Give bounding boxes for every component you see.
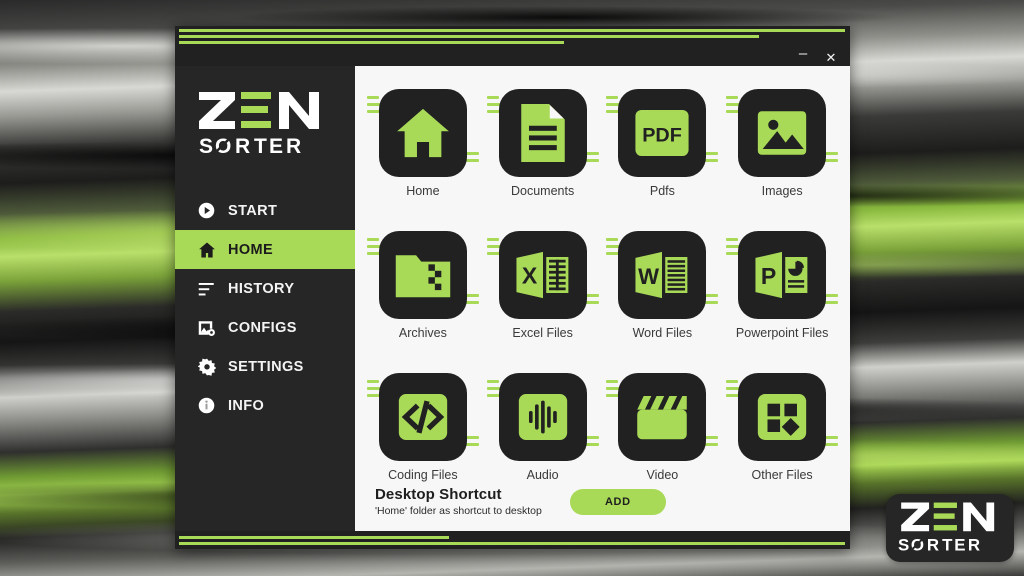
tile-home[interactable]: Home — [363, 78, 483, 220]
decorative-top-lines — [175, 26, 850, 48]
tile-icon-box: P — [738, 231, 827, 319]
tile-powerpoint-files[interactable]: P Powerpoint Files — [722, 220, 842, 362]
window-body: S O R T E R START HOME HISTORY CONFIGS S… — [175, 66, 850, 531]
clapperboard-icon — [632, 391, 692, 443]
info-circle-icon — [197, 396, 216, 415]
tile-icon-box — [378, 373, 467, 461]
sidebar-item-label: HOME — [228, 241, 274, 258]
sidebar-item-label: CONFIGS — [228, 319, 297, 336]
app-window: – ✕ S O R T E R START HOME HISTORY CONFI… — [175, 26, 850, 549]
svg-text:T: T — [942, 536, 954, 555]
watermark-sorter: S O R T E R — [898, 536, 981, 555]
image-icon — [753, 104, 811, 162]
shapes-grid-icon — [753, 388, 811, 446]
gear-icon — [197, 357, 216, 376]
add-shortcut-button[interactable]: ADD — [569, 488, 666, 515]
audio-wave-icon — [514, 388, 572, 446]
tile-video[interactable]: Video — [603, 362, 723, 504]
tile-archives[interactable]: Archives — [363, 220, 483, 362]
shortcut-title: Desktop Shortcut — [375, 486, 502, 503]
category-tile-grid: Home Documents PDF Pdfs Images Archives … — [355, 78, 850, 504]
watermark-logo: S O R T E R — [886, 494, 1014, 562]
tile-pdfs[interactable]: PDF Pdfs — [603, 78, 723, 220]
pdf-icon: PDF — [633, 104, 691, 162]
tile-icon-box — [378, 231, 467, 319]
tile-documents[interactable]: Documents — [483, 78, 603, 220]
sidebar-logo: S O R T E R — [175, 66, 355, 173]
sidebar-item-label: INFO — [228, 397, 265, 414]
tile-icon-box: X — [498, 231, 587, 319]
svg-text:X: X — [522, 262, 538, 288]
svg-text:R: R — [286, 135, 303, 158]
tile-icon-box — [738, 89, 827, 177]
content-area: Home Documents PDF Pdfs Images Archives … — [355, 66, 850, 531]
image-gear-icon — [197, 318, 216, 337]
title-bar: – ✕ — [175, 46, 850, 66]
close-button[interactable]: ✕ — [818, 48, 844, 66]
play-circle-icon — [197, 201, 216, 220]
sidebar: S O R T E R START HOME HISTORY CONFIGS S… — [175, 66, 355, 531]
sidebar-item-home[interactable]: HOME — [175, 230, 355, 269]
tile-icon-box: W — [618, 231, 707, 319]
tile-coding-files[interactable]: Coding Files — [363, 362, 483, 504]
desktop-background: – ✕ S O R T E R START HOME HISTORY CONFI… — [0, 0, 1024, 576]
sidebar-item-label: HISTORY — [228, 280, 295, 297]
minimize-button[interactable]: – — [790, 46, 816, 66]
powerpoint-icon: P — [752, 247, 812, 303]
svg-text:R: R — [927, 536, 940, 555]
sidebar-item-label: START — [228, 202, 278, 219]
desktop-shortcut-section: Desktop Shortcut 'Home' folder as shortc… — [355, 486, 850, 531]
watermark-zen — [901, 502, 995, 532]
svg-text:W: W — [639, 264, 660, 289]
svg-text:R: R — [968, 536, 981, 555]
svg-text:P: P — [761, 263, 776, 289]
tile-icon-box — [498, 89, 587, 177]
sidebar-item-start[interactable]: START — [175, 191, 355, 230]
sidebar-nav: START HOME HISTORY CONFIGS SETTINGS INFO — [175, 191, 355, 425]
document-icon — [517, 104, 569, 162]
svg-text:S: S — [199, 135, 215, 158]
decorative-bottom-lines — [175, 531, 850, 549]
svg-text:R: R — [235, 135, 252, 158]
sidebar-item-info[interactable]: INFO — [175, 386, 355, 425]
tile-icon-box — [738, 373, 827, 461]
sidebar-item-configs[interactable]: CONFIGS — [175, 308, 355, 347]
excel-icon: X — [513, 247, 573, 303]
shortcut-text: Desktop Shortcut 'Home' folder as shortc… — [375, 486, 542, 517]
logo-zen-wordmark — [197, 90, 355, 132]
code-brackets-icon — [394, 388, 452, 446]
tile-icon-box: PDF — [618, 89, 707, 177]
tile-icon-box — [378, 89, 467, 177]
svg-text:E: E — [954, 536, 966, 555]
archive-folder-icon — [393, 249, 453, 301]
shortcut-subtitle: 'Home' folder as shortcut to desktop — [375, 505, 542, 517]
tile-icon-box — [618, 373, 707, 461]
svg-text:T: T — [254, 135, 268, 158]
logo-sorter-wordmark: S O R T E R — [199, 134, 355, 163]
svg-text:E: E — [269, 135, 285, 158]
svg-text:PDF: PDF — [643, 125, 683, 147]
tile-other-files[interactable]: Other Files — [722, 362, 842, 504]
tile-icon-box — [498, 373, 587, 461]
tile-word-files[interactable]: W Word Files — [603, 220, 723, 362]
tile-images[interactable]: Images — [722, 78, 842, 220]
tile-audio[interactable]: Audio — [483, 362, 603, 504]
svg-text:S: S — [898, 536, 910, 555]
home-icon — [197, 240, 216, 259]
sidebar-item-history[interactable]: HISTORY — [175, 269, 355, 308]
tile-excel-files[interactable]: X Excel Files — [483, 220, 603, 362]
history-lines-icon — [197, 279, 216, 298]
word-icon: W — [632, 247, 692, 303]
sidebar-item-settings[interactable]: SETTINGS — [175, 347, 355, 386]
home-icon — [394, 104, 452, 162]
sidebar-item-label: SETTINGS — [228, 358, 304, 375]
